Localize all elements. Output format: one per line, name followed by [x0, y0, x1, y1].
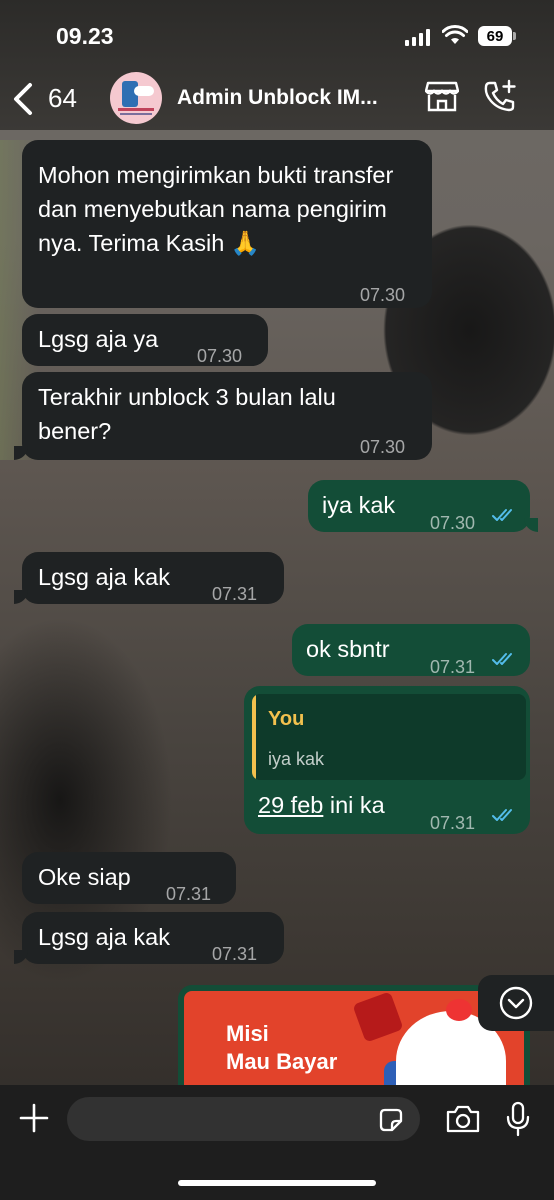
message-outgoing[interactable]: ok sbntr 07.31 [292, 624, 530, 677]
message-outgoing-reply[interactable]: You iya kak 29 feb ini ka 07.31 [244, 686, 530, 834]
double-check-icon [492, 653, 512, 665]
message-time: 07.30 [197, 346, 243, 366]
message-incoming[interactable]: Oke siap 07.31 [22, 852, 236, 904]
unread-count[interactable]: 64 [48, 83, 77, 114]
message-incoming[interactable]: Lgsg aja kak 07.31 [22, 552, 284, 604]
message-text: Lgsg aja kak [38, 924, 170, 950]
quoted-message[interactable]: You iya kak [252, 694, 526, 780]
battery-level: 69 [486, 27, 504, 45]
promo-badge [352, 991, 404, 1043]
message-incoming[interactable]: Mohon mengirimkan bukti transfer dan men… [22, 140, 432, 308]
message-time: 07.31 [212, 944, 258, 964]
store-icon[interactable] [425, 80, 459, 112]
signal-icon [405, 28, 430, 46]
home-indicator[interactable] [178, 1180, 376, 1186]
message-text: Terakhir unblock 3 bulan lalu bener? [38, 384, 336, 444]
message-incoming[interactable]: Lgsg aja ya 07.30 [22, 314, 268, 366]
add-call-icon[interactable] [482, 79, 518, 115]
message-text: 29 feb ini ka [258, 788, 385, 822]
back-chevron-icon[interactable] [10, 82, 36, 116]
message-time: 07.31 [166, 884, 212, 904]
message-time: 07.31 [430, 657, 476, 677]
message-text: Mohon mengirimkan bukti transfer dan men… [38, 162, 394, 256]
double-check-icon [492, 509, 512, 521]
promo-line2: Mau Bayar [226, 1049, 338, 1074]
plus-icon[interactable] [18, 1102, 50, 1134]
wifi-icon [442, 25, 468, 44]
battery-tip [513, 32, 516, 40]
message-time: 07.31 [430, 813, 476, 833]
message-time: 07.31 [212, 584, 258, 604]
quote-text: iya kak [268, 749, 325, 769]
message-text: Oke siap [38, 864, 131, 890]
message-text: ok sbntr [306, 636, 390, 662]
contact-avatar[interactable] [110, 72, 162, 124]
quote-author: You [268, 708, 305, 730]
message-text: iya kak [322, 492, 396, 518]
chat-header [0, 0, 554, 130]
message-incoming[interactable]: Terakhir unblock 3 bulan lalu bener? 07.… [22, 372, 432, 460]
chevron-down-icon [499, 986, 533, 1020]
message-time: 07.30 [360, 437, 406, 457]
promo-image[interactable]: Misi Mau Bayar [184, 991, 524, 1100]
message-text-rest: ini ka [323, 792, 385, 818]
mic-icon[interactable] [505, 1101, 531, 1137]
battery-icon: 69 [478, 26, 512, 46]
mascot-comb [446, 999, 472, 1021]
sticker-icon[interactable] [377, 1106, 405, 1134]
camera-icon[interactable] [445, 1104, 481, 1134]
message-text: Lgsg aja kak [38, 564, 170, 590]
message-incoming[interactable]: Lgsg aja kak 07.31 [22, 912, 284, 964]
chat-title[interactable]: Admin Unblock IM... [177, 86, 378, 110]
message-input[interactable] [67, 1097, 420, 1141]
scroll-to-bottom-button[interactable] [478, 975, 554, 1031]
message-outgoing[interactable]: iya kak 07.30 [308, 480, 530, 533]
message-time: 07.30 [430, 513, 476, 533]
quote-bar [252, 694, 256, 780]
double-check-icon [492, 809, 512, 821]
date-link[interactable]: 29 feb [258, 792, 323, 818]
status-time: 09.23 [56, 23, 114, 49]
message-text: Lgsg aja ya [38, 326, 159, 352]
message-time: 07.30 [360, 285, 406, 305]
promo-line1: Misi [226, 1021, 269, 1046]
